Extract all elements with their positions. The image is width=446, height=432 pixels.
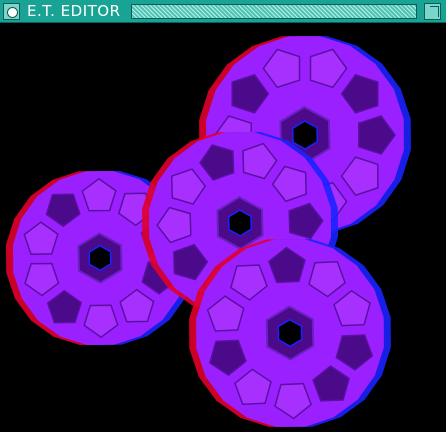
window-menu-icon[interactable] [3, 3, 20, 20]
3d-viewport[interactable] [0, 23, 446, 432]
window-title: E.T. EDITOR [27, 2, 121, 20]
maximize-icon[interactable] [424, 3, 441, 20]
polyhedron-hex-core [227, 209, 253, 237]
title-bar[interactable]: E.T. EDITOR [0, 0, 446, 23]
polyhedra-scene [6, 36, 411, 427]
app-window: E.T. EDITOR [0, 0, 446, 432]
title-drag-area[interactable] [131, 4, 417, 19]
polyhedron-hex-core [291, 120, 319, 150]
polyhedron-hex-core [88, 244, 112, 272]
polyhedron-hex-core [277, 318, 303, 348]
